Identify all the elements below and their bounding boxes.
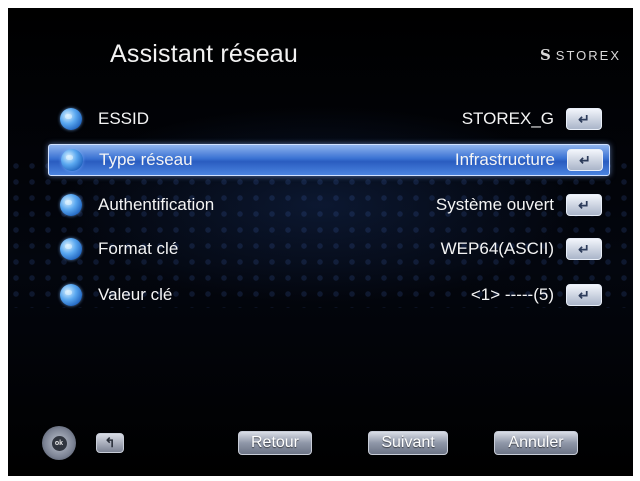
- setting-value: Infrastructure: [454, 150, 555, 169]
- enter-key-icon[interactable]: ↵: [566, 238, 602, 260]
- setting-row-type-reseau[interactable]: Type réseau Infrastructure ↵: [48, 144, 610, 176]
- ok-button-icon: ok: [51, 435, 67, 451]
- globe-icon: [60, 108, 82, 130]
- globe-icon: [60, 194, 82, 216]
- setting-label: Type réseau: [99, 150, 193, 169]
- enter-key-icon[interactable]: ↵: [567, 149, 603, 171]
- setting-value: Système ouvert: [435, 195, 554, 214]
- setting-label: ESSID: [98, 109, 150, 128]
- setting-row-valeur-cle[interactable]: Valeur clé <1> -----(5) ↵: [48, 280, 608, 310]
- page-title: Assistant réseau: [110, 40, 299, 68]
- setting-row-format-cle[interactable]: Format clé WEP64(ASCII) ↵: [48, 234, 608, 264]
- navigation-pad-icon: ok: [42, 426, 76, 460]
- enter-key-icon[interactable]: ↵: [566, 108, 602, 130]
- setting-label: Valeur clé: [98, 285, 173, 304]
- enter-key-icon[interactable]: ↵: [566, 194, 602, 216]
- globe-icon: [61, 149, 83, 171]
- brand-logo: S STOREX: [540, 46, 621, 64]
- setting-label: Authentification: [98, 195, 215, 214]
- setting-row-essid[interactable]: ESSID STOREX_G ↵: [48, 104, 608, 134]
- suivant-button[interactable]: Suivant: [368, 431, 448, 455]
- setting-value: WEP64(ASCII): [440, 239, 554, 258]
- brand-mark-icon: S: [539, 46, 553, 64]
- setting-label: Format clé: [98, 239, 179, 258]
- setting-value: <1> -----(5): [470, 285, 554, 304]
- annuler-button[interactable]: Annuler: [494, 431, 578, 455]
- wizard-screen: Assistant réseau S STOREX ESSID STOREX_G…: [8, 8, 633, 476]
- enter-key-icon[interactable]: ↵: [566, 284, 602, 306]
- retour-button[interactable]: Retour: [238, 431, 312, 455]
- globe-icon: [60, 284, 82, 306]
- globe-icon: [60, 238, 82, 260]
- back-key-icon: ↰: [96, 433, 124, 453]
- brand-name: STOREX: [555, 47, 621, 63]
- setting-value: STOREX_G: [461, 109, 554, 128]
- setting-row-authentification[interactable]: Authentification Système ouvert ↵: [48, 190, 608, 220]
